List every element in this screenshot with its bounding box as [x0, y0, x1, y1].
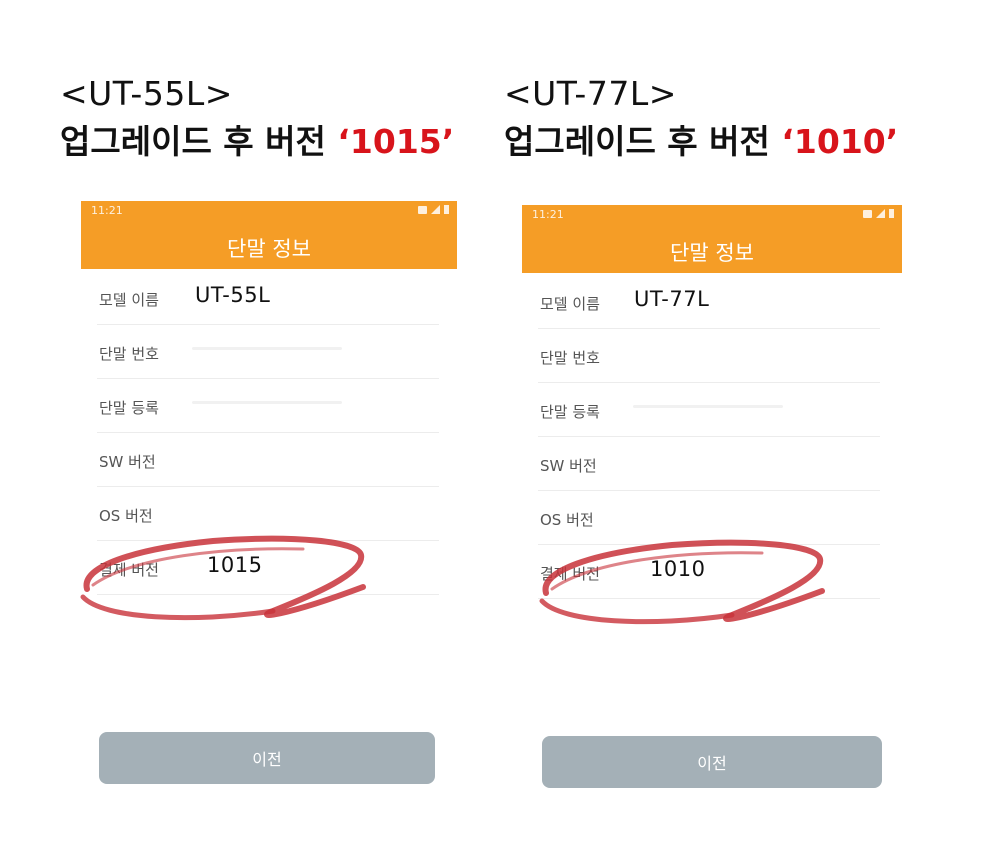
row-payment-version: 결제 버전 1010	[538, 545, 880, 599]
left-heading: <UT-55L> 업그레이드 후 버전 ‘1015’	[60, 74, 454, 162]
status-bar: 11:21	[522, 205, 902, 227]
row-device-number: 단말 번호	[538, 329, 880, 383]
row-label: 단말 등록	[99, 399, 159, 417]
app-bar: 단말 정보	[81, 223, 457, 269]
screen-title: 단말 정보	[670, 241, 754, 265]
redacted-value	[633, 405, 783, 408]
left-upgrade-version: ‘1015’	[337, 122, 455, 161]
row-label: 모델 이름	[540, 295, 600, 313]
row-model-name: 모델 이름 UT-55L	[97, 271, 439, 325]
status-time: 11:21	[532, 208, 564, 221]
row-label: 단말 번호	[540, 349, 600, 367]
notification-icon	[418, 205, 427, 214]
row-sw-version: SW 버전	[538, 437, 880, 491]
notification-icon	[863, 209, 872, 218]
row-label: 결제 버전	[99, 561, 159, 579]
left-phone-screen: 11:21 단말 정보 모델 이름 UT-55L 단말 번호 단말 등록 SW …	[80, 201, 457, 801]
row-device-registration: 단말 등록	[538, 383, 880, 437]
status-time: 11:21	[91, 204, 123, 217]
redacted-value	[192, 347, 342, 350]
row-label: 단말 번호	[99, 345, 159, 363]
row-os-version: OS 버전	[97, 487, 439, 541]
prev-button[interactable]: 이전	[99, 732, 435, 784]
row-device-number: 단말 번호	[97, 325, 439, 379]
row-label: SW 버전	[540, 457, 597, 475]
row-label: OS 버전	[99, 507, 153, 525]
right-upgrade-text: 업그레이드 후 버전	[504, 122, 782, 161]
right-upgrade-line: 업그레이드 후 버전 ‘1010’	[504, 122, 898, 162]
row-value: UT-55L	[195, 283, 271, 307]
row-sw-version: SW 버전	[97, 433, 439, 487]
signal-icon	[876, 209, 885, 218]
redacted-value	[192, 401, 342, 404]
right-upgrade-version: ‘1010’	[781, 122, 899, 161]
left-upgrade-line: 업그레이드 후 버전 ‘1015’	[60, 122, 454, 162]
row-value: 1010	[650, 557, 706, 581]
right-model-heading: <UT-77L>	[504, 74, 677, 113]
row-payment-version: 결제 버전 1015	[97, 541, 439, 595]
row-label: OS 버전	[540, 511, 594, 529]
row-os-version: OS 버전	[538, 491, 880, 545]
battery-icon	[444, 205, 449, 214]
left-upgrade-text: 업그레이드 후 버전	[60, 122, 338, 161]
signal-icon	[431, 205, 440, 214]
left-model-heading: <UT-55L>	[60, 74, 233, 113]
row-device-registration: 단말 등록	[97, 379, 439, 433]
row-model-name: 모델 이름 UT-77L	[538, 275, 880, 329]
screen-title: 단말 정보	[227, 237, 311, 261]
battery-icon	[889, 209, 894, 218]
status-bar: 11:21	[81, 201, 457, 223]
row-value: 1015	[207, 553, 263, 577]
app-bar: 단말 정보	[522, 227, 902, 273]
status-icons	[418, 205, 449, 214]
row-label: 결제 버전	[540, 565, 600, 583]
status-icons	[863, 209, 894, 218]
row-label: SW 버전	[99, 453, 156, 471]
row-value: UT-77L	[634, 287, 710, 311]
right-heading: <UT-77L> 업그레이드 후 버전 ‘1010’	[504, 74, 898, 162]
row-label: 단말 등록	[540, 403, 600, 421]
prev-button[interactable]: 이전	[542, 736, 882, 788]
right-phone-screen: 11:21 단말 정보 모델 이름 UT-77L 단말 번호 단말 등록 SW …	[522, 205, 902, 805]
row-label: 모델 이름	[99, 291, 159, 309]
